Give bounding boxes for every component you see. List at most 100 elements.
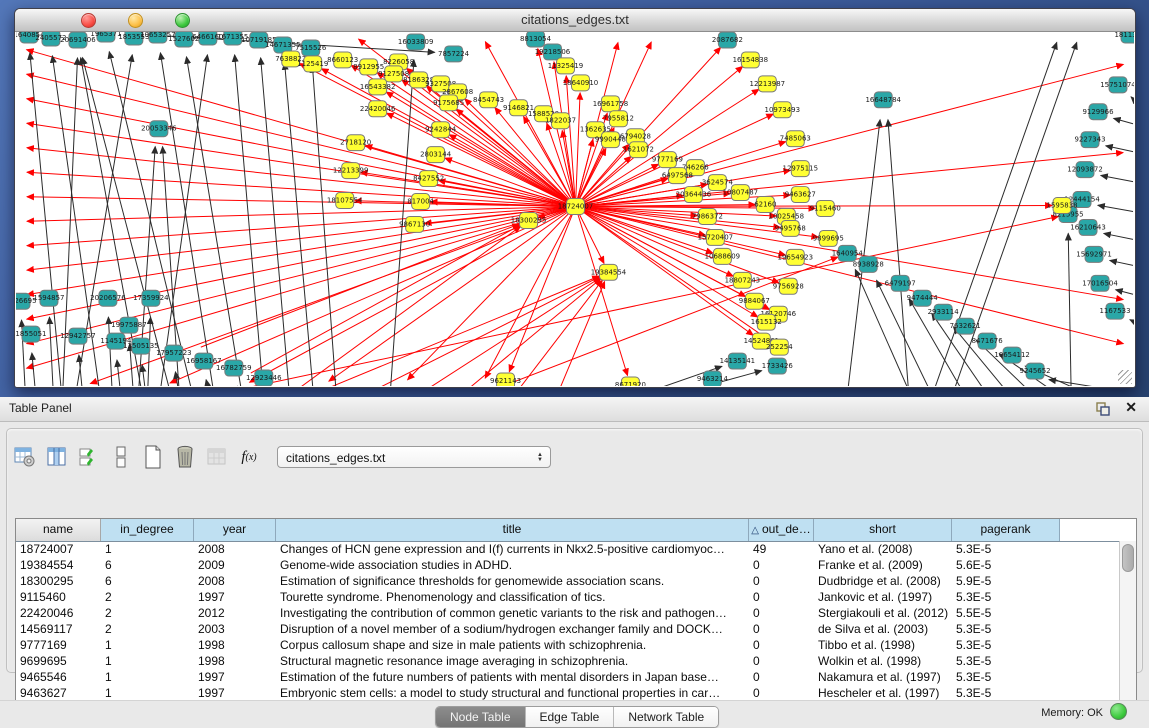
citation-network-graph[interactable]: 1872400716408542405572206914061965371185…	[16, 32, 1134, 386]
float-panel-icon[interactable]	[1095, 401, 1111, 417]
table-cell: Dudbridge et al. (2008)	[814, 573, 952, 589]
row-height-icon[interactable]	[109, 444, 133, 470]
column-header-in_degree[interactable]: in_degree	[101, 519, 194, 541]
table-settings-icon[interactable]	[13, 444, 37, 470]
table-row[interactable]: 977716911998Corpus callosum shape and si…	[16, 637, 1120, 653]
function-builder-icon[interactable]: f(x)	[237, 444, 261, 470]
table-cell: Stergiakouli et al. (2012)	[814, 605, 952, 621]
svg-text:15720407: 15720407	[698, 233, 734, 241]
svg-text:7986372: 7986372	[692, 212, 723, 220]
svg-text:19218506: 19218506	[535, 48, 571, 56]
select-rows-icon[interactable]	[77, 444, 101, 470]
column-header-name[interactable]: name	[16, 519, 101, 541]
svg-text:16782759: 16782759	[216, 364, 252, 372]
table-row[interactable]: 1456911722003Disruption of a novel membe…	[16, 621, 1120, 637]
minimize-window-button[interactable]	[128, 13, 143, 28]
svg-text:9245652: 9245652	[1020, 367, 1051, 375]
table-row[interactable]: 1938455462009Genome-wide association stu…	[16, 557, 1120, 573]
svg-text:12923446: 12923446	[246, 374, 282, 382]
svg-text:17957223: 17957223	[156, 349, 192, 357]
new-column-icon[interactable]	[141, 444, 165, 470]
svg-text:9175685: 9175685	[433, 99, 464, 107]
column-header-pagerank[interactable]: pagerank	[952, 519, 1060, 541]
table-cell: 2012	[194, 605, 276, 621]
svg-text:1855051: 1855051	[16, 330, 47, 338]
svg-text:16154838: 16154838	[733, 56, 769, 64]
column-header-short[interactable]: short	[814, 519, 952, 541]
table-cell: Investigating the contribution of common…	[276, 605, 749, 621]
svg-text:10807487: 10807487	[723, 189, 759, 197]
table-cell: 49	[749, 541, 814, 557]
table-cell: 0	[749, 605, 814, 621]
table-cell: 19384554	[16, 557, 101, 573]
table-row[interactable]: 1830029562008Estimation of significance …	[16, 573, 1120, 589]
table-cell: 5.3E-5	[952, 637, 1060, 653]
svg-text:62160: 62160	[754, 201, 776, 209]
svg-text:1811306: 1811306	[1114, 32, 1134, 39]
table-cell: 1997	[194, 669, 276, 685]
table-cell: 9465546	[16, 669, 101, 685]
table-cell: Franke et al. (2009)	[814, 557, 952, 573]
column-header-year[interactable]: year	[194, 519, 276, 541]
table-row[interactable]: 946554611997Estimation of the future num…	[16, 669, 1120, 685]
table-row[interactable]: 969969511998Structural magnetic resonanc…	[16, 653, 1120, 669]
svg-text:10973493: 10973493	[765, 106, 801, 114]
svg-text:9129966: 9129966	[1082, 108, 1113, 116]
table-row[interactable]: 2242004622012Investigating the contribut…	[16, 605, 1120, 621]
delete-table-icon[interactable]	[205, 444, 229, 470]
table-cell: 2	[101, 605, 194, 621]
table-cell: 2003	[194, 621, 276, 637]
svg-text:1615132: 1615132	[751, 318, 782, 326]
svg-text:10654112: 10654112	[994, 351, 1030, 359]
close-window-button[interactable]	[81, 13, 96, 28]
table-cell: 5.9E-5	[952, 573, 1060, 589]
svg-text:16210643: 16210643	[1070, 223, 1106, 231]
table-cell: 5.3E-5	[952, 669, 1060, 685]
table-select-dropdown[interactable]: citations_edges.txt ▲▼	[277, 446, 551, 468]
close-panel-icon[interactable]: ✕	[1125, 399, 1137, 416]
svg-text:20206576: 20206576	[90, 294, 126, 302]
table-cell: 0	[749, 637, 814, 653]
table-cell: Corpus callosum shape and size in male p…	[276, 637, 749, 653]
table-toolbar: f(x) citations_edges.txt ▲▼	[13, 441, 551, 473]
table-row[interactable]: 911546021997Tourette syndrome. Phenomeno…	[16, 589, 1120, 605]
table-cell: 2	[101, 589, 194, 605]
svg-text:9495768: 9495768	[775, 224, 806, 232]
table-cell: 5.3E-5	[952, 541, 1060, 557]
window-resize-grip[interactable]	[1118, 370, 1132, 384]
svg-text:19384554: 19384554	[591, 268, 627, 276]
scrollbar-thumb[interactable]	[1122, 544, 1134, 572]
svg-text:17359924: 17359924	[133, 294, 169, 302]
svg-text:16543382: 16543382	[360, 83, 396, 91]
tab-edge-table[interactable]: Edge Table	[526, 707, 615, 727]
svg-text:20364436: 20364436	[676, 191, 712, 199]
table-row[interactable]: 1872400712008Changes of HCN gene express…	[16, 541, 1120, 557]
column-header-title[interactable]: title	[276, 519, 749, 541]
svg-text:12093872: 12093872	[1067, 166, 1103, 174]
svg-text:12213987: 12213987	[750, 80, 786, 88]
table-cell: 2009	[194, 557, 276, 573]
memory-ok-indicator[interactable]	[1110, 703, 1127, 720]
table-cell: 0	[749, 669, 814, 685]
tab-network-table[interactable]: Network Table	[614, 707, 718, 727]
column-header-out_de[interactable]: △out_de…	[749, 519, 814, 541]
table-vertical-scrollbar[interactable]	[1119, 541, 1136, 700]
svg-text:6497568: 6497568	[662, 172, 693, 180]
svg-text:6794028: 6794028	[620, 133, 651, 141]
zoom-window-button[interactable]	[175, 13, 190, 28]
network-canvas[interactable]: 1872400716408542405572206914061965371185…	[16, 32, 1134, 386]
table-cell: 9115460	[16, 589, 101, 605]
svg-text:1733426: 1733426	[762, 362, 793, 370]
svg-text:7955812: 7955812	[603, 115, 634, 123]
column-visibility-icon[interactable]	[45, 444, 69, 470]
svg-text:16033809: 16033809	[398, 38, 434, 46]
svg-text:3624574: 3624574	[702, 179, 734, 187]
table-cell: de Silva et al. (2003)	[814, 621, 952, 637]
window-titlebar[interactable]: citations_edges.txt	[15, 9, 1135, 32]
svg-text:1594857: 1594857	[33, 294, 64, 302]
table-cell: 6	[101, 557, 194, 573]
svg-text:17016504: 17016504	[1082, 279, 1118, 287]
tab-node-table[interactable]: Node Table	[436, 707, 526, 727]
table-row[interactable]: 946362711997Embryonic stem cells: a mode…	[16, 685, 1120, 700]
delete-column-icon[interactable]	[173, 444, 197, 470]
